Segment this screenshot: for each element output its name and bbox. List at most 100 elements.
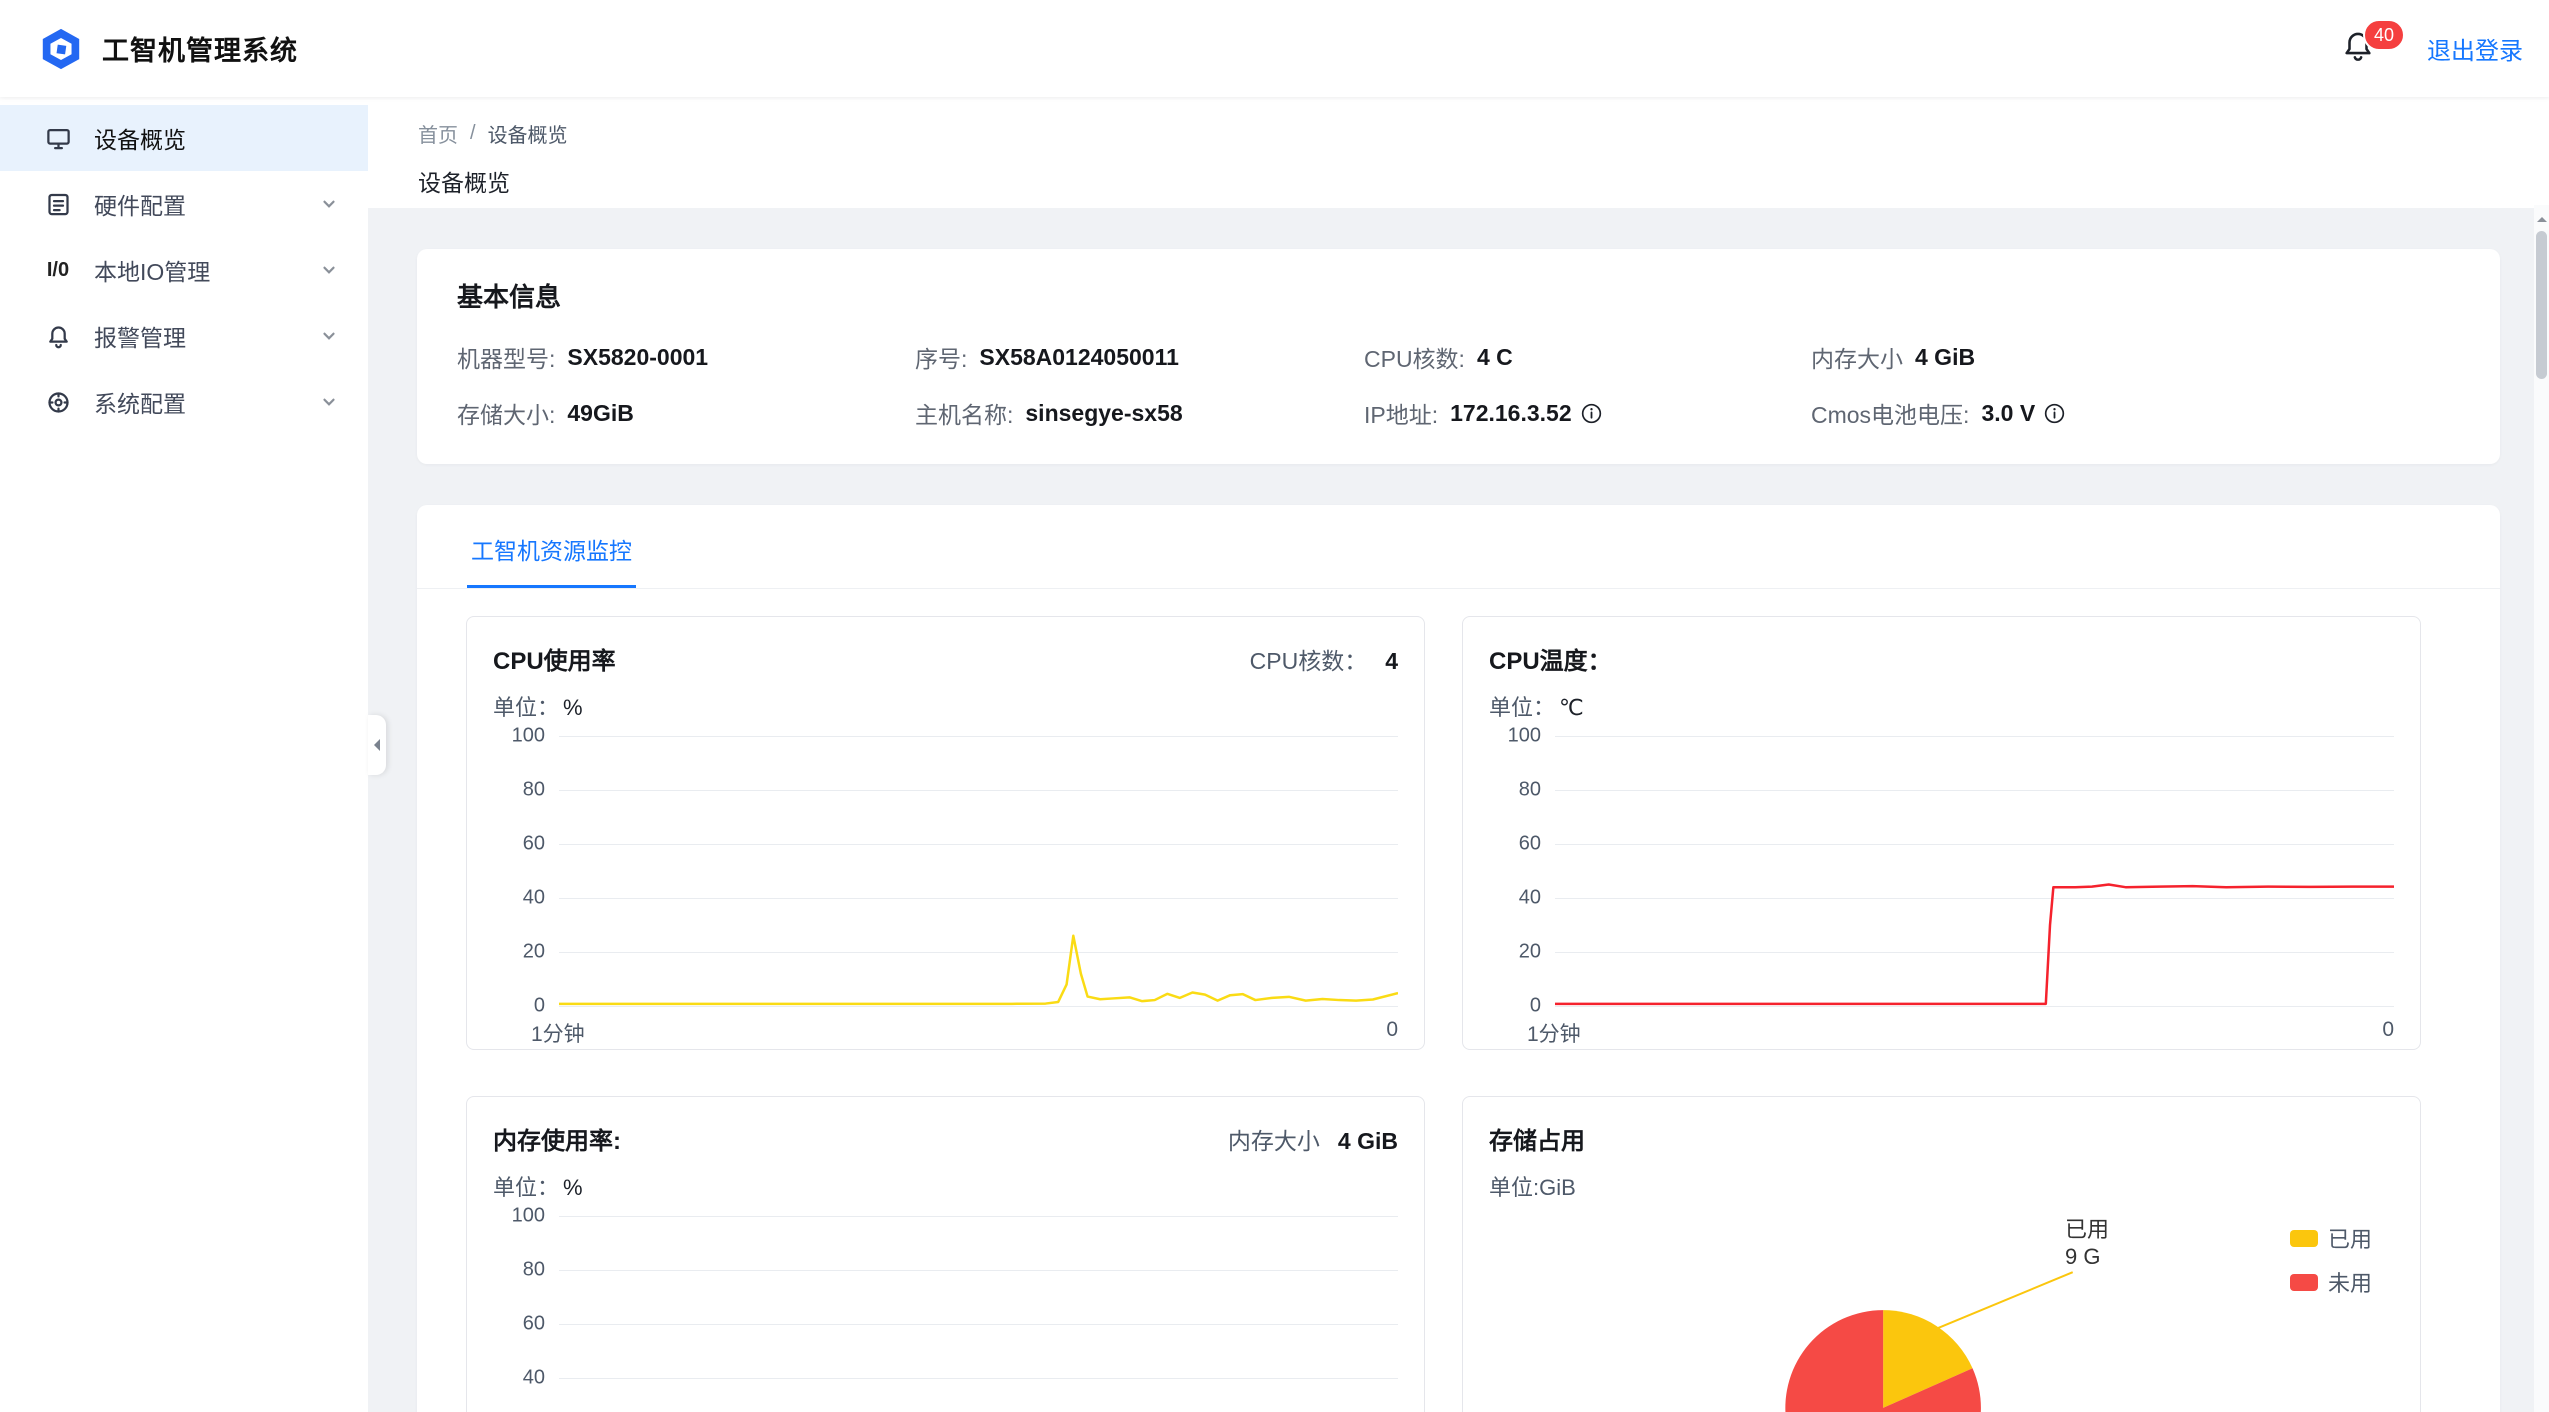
sidebar-item-system-config[interactable]: 系统配置 [0, 369, 368, 435]
y-tick-label: 0 [533, 994, 545, 1017]
field-memory-size: 内存大小 4 GiB [1811, 343, 1976, 373]
y-tick-label: 100 [511, 1204, 545, 1227]
tab-resource-monitor[interactable]: 工智机资源监控 [467, 505, 636, 588]
breadcrumb-separator: / [470, 122, 476, 144]
gridline [1555, 1006, 2394, 1007]
line-series [1555, 885, 2394, 1004]
chart-card-storage-usage: 存储占用 单位:GiB 已用 未用 已用 9 G [1462, 1096, 2421, 1412]
breadcrumb-current: 设备概览 [487, 125, 568, 147]
app-title: 工智机管理系统 [102, 36, 298, 66]
chart-title: 内存使用率: [493, 1128, 621, 1155]
x-axis-right-label: 0 [1386, 1018, 1398, 1041]
y-tick-label: 80 [1518, 778, 1541, 801]
y-tick-label: 20 [1518, 940, 1541, 963]
monitor-icon [42, 122, 74, 154]
memory-usage-plot: 100806040200 [493, 1205, 1398, 1412]
notification-bell-button[interactable]: 40 [2341, 18, 2406, 71]
y-tick-label: 60 [522, 832, 545, 855]
sidebar-item-label: 系统配置 [94, 391, 186, 417]
alarm-icon [42, 320, 74, 352]
sidebar-item-label: 设备概览 [94, 127, 186, 153]
chart-title: CPU使用率 [493, 648, 616, 675]
hardware-icon [42, 188, 74, 220]
info-icon[interactable] [1581, 403, 1602, 424]
cpu-usage-plot: 100 80 60 40 20 0 [493, 725, 1398, 1017]
chart-unit-label: 单位：% [493, 695, 583, 720]
chart-unit-label: 单位:GiB [1489, 1175, 1576, 1200]
scrollbar-thumb[interactable] [2536, 231, 2547, 379]
notification-count-badge: 40 [2363, 18, 2406, 51]
io-icon: I/0 [46, 258, 70, 281]
tab-bar: 工智机资源监控 [417, 505, 2500, 589]
page-head: 首页 / 设备概览 设备概览 [368, 97, 2549, 208]
chart-card-cpu-usage: CPU使用率 CPU核数： 4 单位：% 100 80 60 40 20 0 1分钟 0 [466, 616, 1425, 1050]
cpu-temperature-plot: 100 80 60 40 20 0 [1489, 725, 2394, 1017]
page-scrollbar[interactable] [2534, 205, 2549, 1412]
y-tick-label: 100 [1507, 724, 1541, 747]
scrollbar-up-icon [2536, 212, 2547, 222]
page-title: 设备概览 [418, 170, 510, 196]
sidebar-item-device-overview[interactable]: 设备概览 [0, 105, 368, 171]
y-tick-label: 20 [522, 940, 545, 963]
app-header: 工智机管理系统 40 退出登录 [0, 0, 2549, 97]
chart-card-memory-usage: 内存使用率: 内存大小4 GiB 单位：% 100806040200 1分钟 0 [466, 1096, 1425, 1412]
chart-unit-label: 单位：% [493, 1175, 583, 1200]
y-tick-label: 40 [522, 1366, 545, 1389]
sidebar-item-label: 硬件配置 [94, 193, 186, 219]
y-tick-label: 60 [522, 1312, 545, 1335]
field-machine-model: 机器型号: SX5820-0001 [457, 343, 709, 373]
y-tick-label: 80 [522, 778, 545, 801]
breadcrumb: 首页 / 设备概览 [418, 119, 2549, 148]
legend-item-used[interactable]: 已用 [2289, 1222, 2372, 1254]
chevron-down-icon [320, 261, 338, 279]
chevron-down-icon [320, 195, 338, 213]
chart-legend: 已用 未用 [2289, 1222, 2372, 1298]
y-tick-label: 40 [522, 886, 545, 909]
sidebar-collapse-handle[interactable] [368, 715, 386, 775]
app-logo-icon [42, 28, 80, 69]
field-storage-size: 存储大小: 49GiB [457, 399, 634, 429]
sidebar: 设备概览 硬件配置 I/0 本地IO管理 报警管理 系统配置 [0, 97, 368, 1412]
chart-card-cpu-temperature: CPU温度： 单位： ℃ 100 80 60 40 20 0 1分钟 0 [1462, 616, 2421, 1050]
x-axis-right-label: 0 [2382, 1018, 2394, 1041]
chevron-down-icon [320, 393, 338, 411]
field-cmos-voltage: Cmos电池电压: 3.0 V [1811, 396, 2460, 430]
y-tick-label: 100 [511, 724, 545, 747]
main-content: 基本信息 机器型号: SX5820-0001 序号: SX58A0124050011… [368, 208, 2549, 1412]
field-cpu-cores: CPU核数: 4 C [1364, 343, 1513, 373]
system-icon [42, 386, 74, 418]
chart-extra-memory-size: 内存大小 4 GiB [1227, 1128, 1398, 1154]
breadcrumb-home[interactable]: 首页 [418, 119, 458, 148]
info-icon[interactable] [2044, 403, 2065, 424]
resource-monitor-card: 工智机资源监控 CPU使用率 CPU核数： 4 单位：% 100 80 60 40 20 0… [417, 505, 2500, 1412]
legend-swatch-used [2289, 1229, 2318, 1247]
y-tick-label: 80 [522, 1258, 545, 1281]
legend-item-free[interactable]: 未用 [2289, 1266, 2372, 1298]
pie-used-annotation: 已用 9 G [2065, 1217, 2110, 1269]
sidebar-item-local-io[interactable]: I/0 本地IO管理 [0, 237, 368, 303]
header-brand: 工智机管理系统 [38, 26, 298, 72]
collapse-left-icon [368, 739, 380, 751]
gridline [559, 1006, 1398, 1007]
field-ip-address: IP地址: 172.16.3.52 [1364, 396, 1811, 430]
y-tick-label: 40 [1518, 886, 1541, 909]
chart-extra-cpu-cores: CPU核数： 4 [1249, 648, 1398, 674]
logout-link[interactable]: 退出登录 [2427, 31, 2523, 66]
storage-pie-plot: 已用 未用 已用 9 G [1489, 1210, 2394, 1412]
chart-title: 存储占用 [1489, 1128, 1585, 1155]
y-tick-label: 60 [1518, 832, 1541, 855]
basic-info-title: 基本信息 [457, 282, 562, 312]
x-axis-left-label: 1分钟 [1527, 1023, 1581, 1046]
sidebar-item-label: 本地IO管理 [94, 259, 211, 285]
sidebar-item-label: 报警管理 [94, 325, 186, 351]
sidebar-item-alarm-management[interactable]: 报警管理 [0, 303, 368, 369]
x-axis-left-label: 1分钟 [531, 1023, 585, 1046]
chart-unit-label: 单位： ℃ [1489, 695, 1584, 720]
chevron-down-icon [320, 327, 338, 345]
chart-title: CPU温度： [1489, 648, 1612, 675]
field-serial-number: 序号: SX58A0124050011 [915, 343, 1179, 373]
sidebar-item-hardware-config[interactable]: 硬件配置 [0, 171, 368, 237]
basic-info-card: 基本信息 机器型号: SX5820-0001 序号: SX58A0124050011… [417, 249, 2500, 464]
line-series [559, 936, 1398, 1004]
legend-swatch-free [2289, 1273, 2318, 1291]
